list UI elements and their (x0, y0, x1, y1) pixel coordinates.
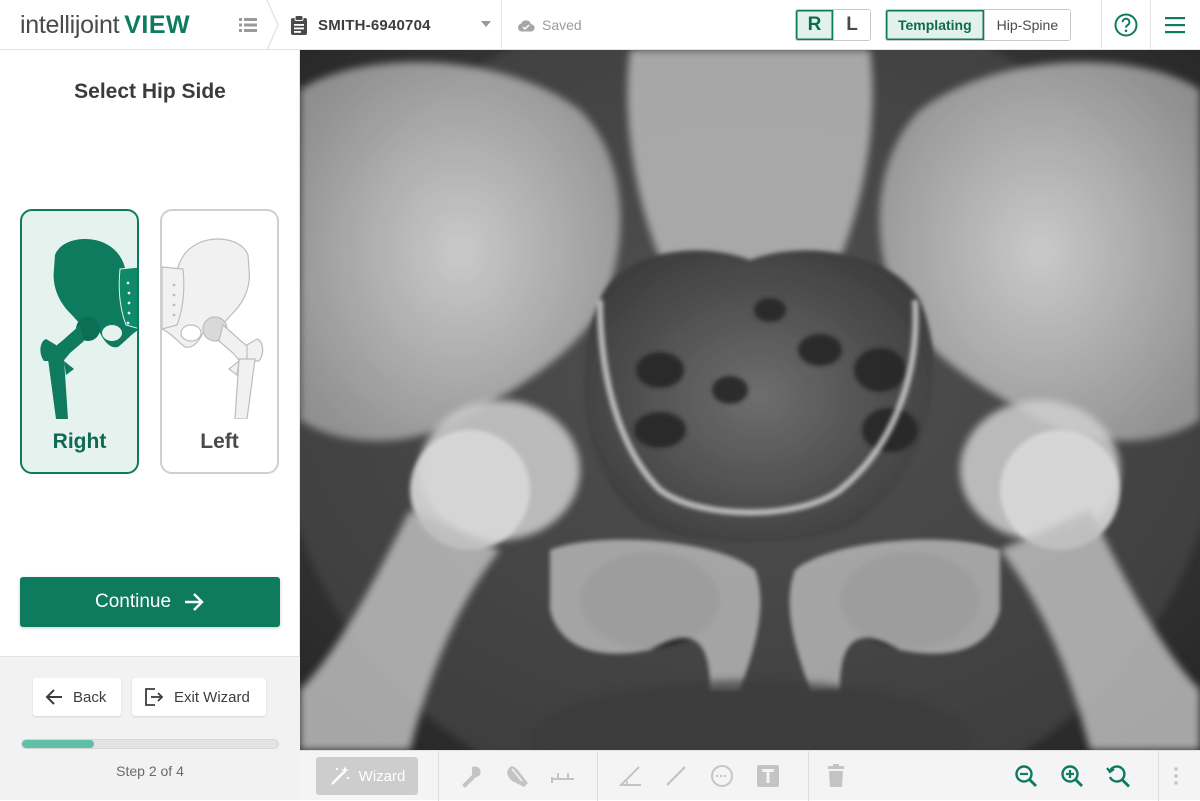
toolbar-divider (597, 751, 598, 801)
hip-side-right-card[interactable]: Right (20, 209, 139, 474)
wizard-progress-fill (22, 740, 94, 748)
toolbar-divider (438, 751, 439, 801)
toolbar-divider (1158, 751, 1159, 801)
mode-tabs: Templating Hip-Spine (885, 9, 1072, 41)
hip-side-left-card[interactable]: Left (160, 209, 279, 474)
wizard-button[interactable]: Wizard (316, 757, 418, 795)
toolbar-divider (808, 751, 809, 801)
wizard-wand-icon (329, 765, 351, 787)
zoom-reset-icon[interactable] (1105, 763, 1131, 789)
delete-icon[interactable] (823, 763, 849, 789)
text-icon[interactable] (755, 763, 781, 789)
leg-length-icon[interactable] (550, 763, 576, 789)
save-status-text: Saved (542, 17, 582, 33)
zoom-in-icon[interactable] (1059, 763, 1085, 789)
angle-icon[interactable] (617, 763, 643, 789)
clipboard-icon (288, 14, 310, 36)
exit-icon (144, 687, 164, 707)
list-view-button[interactable] (235, 13, 261, 37)
main-menu-button[interactable] (1163, 14, 1187, 36)
app-logo: intellijoint VIEW (20, 11, 190, 40)
circle-icon[interactable] (709, 763, 735, 789)
arrow-left-icon (45, 689, 63, 705)
chevron-down-icon (481, 21, 491, 27)
more-icon[interactable] (1170, 765, 1182, 787)
zoom-out-icon[interactable] (1013, 763, 1039, 789)
logo-brand: intellijoint (20, 11, 120, 39)
exit-wizard-label: Exit Wizard (174, 688, 250, 706)
side-toggle-left[interactable]: L (833, 10, 870, 40)
stem-tool-icon[interactable] (504, 763, 530, 789)
cup-tool-icon[interactable] (458, 763, 484, 789)
bottom-toolbar: Wizard (300, 750, 1200, 801)
help-button[interactable] (1113, 12, 1139, 38)
side-toggle: R L (795, 9, 871, 41)
line-icon[interactable] (663, 763, 689, 789)
tab-hip-spine[interactable]: Hip-Spine (983, 10, 1071, 40)
pelvis-xray-image (300, 50, 1200, 750)
continue-button[interactable]: Continue (20, 577, 280, 627)
app-header: intellijoint VIEW SMITH-6940704 Saved R … (0, 0, 1200, 50)
back-button[interactable]: Back (33, 678, 121, 716)
arrow-right-icon (183, 592, 205, 612)
step-indicator: Step 2 of 4 (116, 763, 184, 779)
hip-side-right-label: Right (52, 430, 107, 453)
patient-selector[interactable]: SMITH-6940704 (287, 0, 502, 50)
wizard-title: Select Hip Side (74, 80, 226, 103)
left-hip-illustration (162, 238, 264, 419)
wizard-panel: Select Hip Side Right Left Continue Back… (0, 50, 300, 800)
breadcrumb-chevron (266, 0, 279, 50)
save-status: Saved (517, 0, 582, 50)
right-hip-illustration (40, 239, 137, 419)
xray-viewer[interactable] (300, 50, 1200, 750)
logo-view: VIEW (124, 11, 191, 39)
header-divider (1150, 0, 1151, 50)
wizard-progress-bar (21, 739, 279, 749)
hip-side-left-label: Left (200, 430, 239, 453)
list-icon (239, 18, 257, 32)
patient-id: SMITH-6940704 (318, 16, 431, 34)
back-label: Back (73, 688, 107, 706)
wizard-button-label: Wizard (358, 767, 406, 785)
side-toggle-right[interactable]: R (796, 10, 833, 40)
tab-templating[interactable]: Templating (886, 10, 984, 40)
wizard-footer: Back Exit Wizard Step 2 of 4 (0, 656, 300, 800)
hamburger-icon (1165, 17, 1185, 34)
help-icon (1114, 13, 1138, 37)
continue-label: Continue (94, 591, 172, 612)
cloud-check-icon (517, 19, 535, 32)
exit-wizard-button[interactable]: Exit Wizard (132, 678, 266, 716)
header-divider (1101, 0, 1102, 50)
